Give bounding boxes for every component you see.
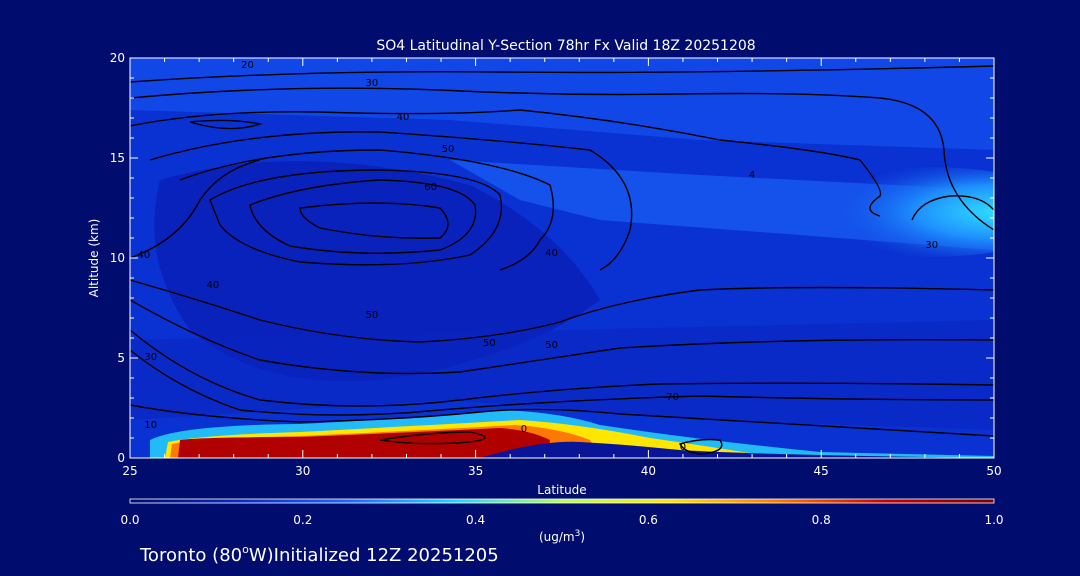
colorbar-ticks: 0.0 0.2 0.4 0.6 0.8 1.0 bbox=[120, 513, 1003, 527]
contour-label: 50 bbox=[545, 340, 558, 351]
x-tick-label: 35 bbox=[468, 464, 483, 478]
colorbar-units-prefix: (ug/m bbox=[539, 530, 575, 544]
colorbar-units-suffix: ) bbox=[580, 530, 585, 544]
colorbar-tick-label: 0.8 bbox=[812, 513, 831, 527]
contour-label: 30 bbox=[366, 78, 379, 89]
colorbar-bar bbox=[129, 498, 995, 504]
y-tick-label: 15 bbox=[110, 151, 125, 165]
contour-label: 0 bbox=[521, 424, 527, 435]
chart-svg: 20304050604040405050 50307010 00304 SO4 La… bbox=[87, 38, 1004, 566]
y-axis-label: Altitude (km) bbox=[87, 219, 101, 298]
contour-label: 40 bbox=[137, 250, 150, 261]
contour-label: 0 bbox=[680, 442, 686, 453]
x-tick-label: 50 bbox=[986, 464, 1001, 478]
contour-label: 60 bbox=[424, 182, 437, 193]
contour-label: 4 bbox=[749, 170, 755, 181]
contour-label: 40 bbox=[397, 112, 410, 123]
colorbar-tick-label: 1.0 bbox=[984, 513, 1003, 527]
contour-label: 30 bbox=[925, 240, 938, 251]
x-tick-label: 40 bbox=[641, 464, 656, 478]
chart-title: SO4 Latitudinal Y-Section 78hr Fx Valid … bbox=[376, 38, 755, 54]
contour-label: 20 bbox=[241, 60, 254, 71]
y-tick-label: 0 bbox=[117, 451, 125, 465]
colorbar-tick-label: 0.2 bbox=[293, 513, 312, 527]
contour-label: 40 bbox=[207, 280, 220, 291]
y-tick-label: 10 bbox=[110, 251, 125, 265]
contour-label: 50 bbox=[366, 310, 379, 321]
y-tick-label: 5 bbox=[117, 351, 125, 365]
x-tick-label: 30 bbox=[295, 464, 310, 478]
colorbar-tick-label: 0.6 bbox=[639, 513, 658, 527]
contour-label: 40 bbox=[545, 248, 558, 259]
y-tick-label: 20 bbox=[110, 51, 125, 65]
contour-label: 50 bbox=[483, 338, 496, 349]
plot-area: 20 30 40 50 60 40 40 40 50 50 50 30 70 10 0 0 30 4 bbox=[129, 57, 995, 459]
x-tick-label: 45 bbox=[814, 464, 829, 478]
contour-label: 70 bbox=[666, 392, 679, 403]
colorbar-units: (ug/m3) bbox=[539, 529, 585, 544]
contour-label: 30 bbox=[144, 352, 157, 363]
colorbar-tick-label: 0.0 bbox=[120, 513, 139, 527]
footer-text: Toronto (80oW)Initialized 12Z 20251205 bbox=[139, 543, 499, 566]
x-tick-label: 25 bbox=[122, 464, 137, 478]
colorbar: 0.0 0.2 0.4 0.6 0.8 1.0 (ug/m3) bbox=[120, 498, 1004, 544]
contour-label: 50 bbox=[442, 144, 455, 155]
footer-initialized: Initialized 12Z 20251205 bbox=[274, 545, 499, 566]
contour-label: 10 bbox=[144, 420, 157, 431]
footer-location: Toronto (80 bbox=[139, 545, 242, 566]
colorbar-tick-label: 0.4 bbox=[466, 513, 485, 527]
x-axis-label: Latitude bbox=[537, 483, 586, 497]
footer-location-suffix: W) bbox=[249, 545, 274, 566]
